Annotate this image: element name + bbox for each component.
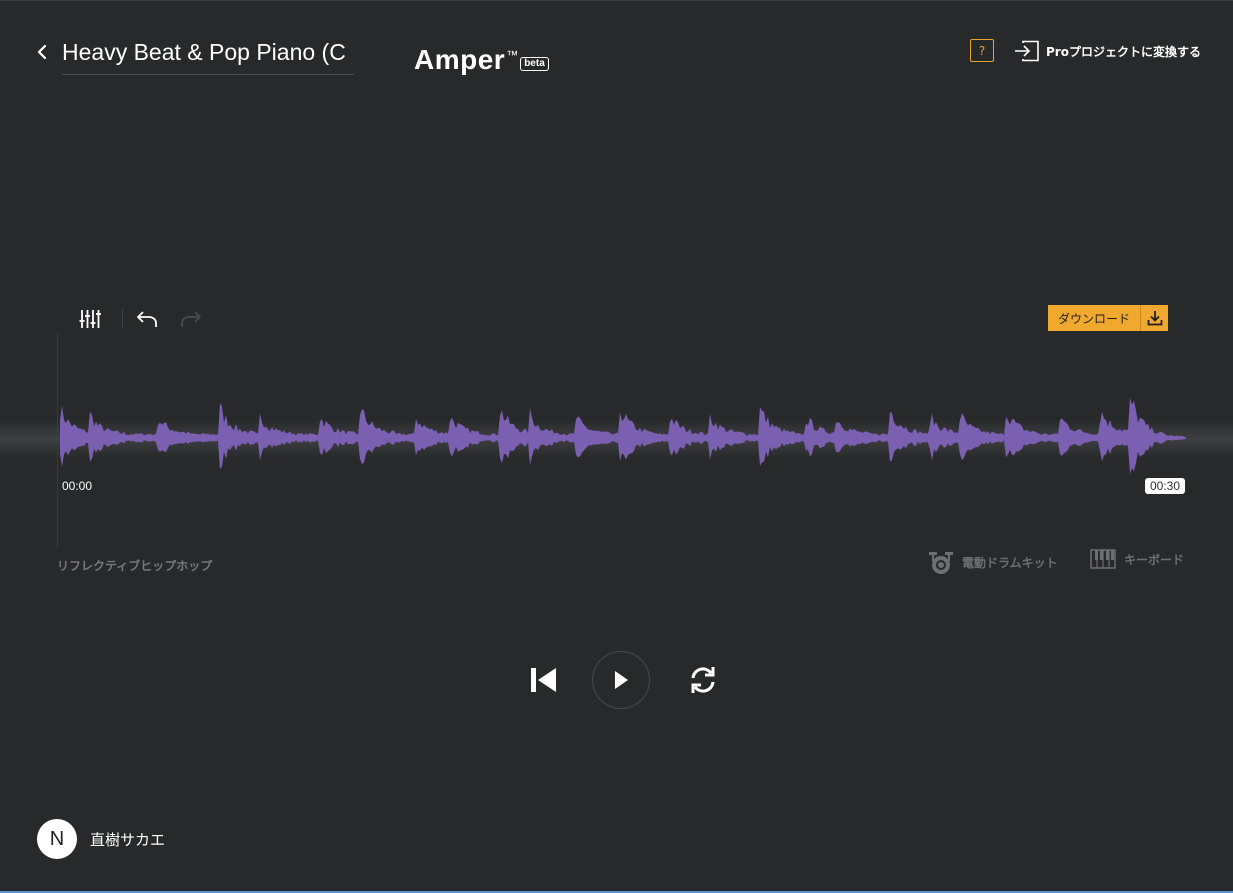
instrument-keyboard[interactable]: キーボード bbox=[1090, 549, 1184, 569]
help-button[interactable]: ? bbox=[970, 39, 994, 62]
redo-button[interactable] bbox=[179, 307, 203, 331]
brand-name: Amper bbox=[414, 44, 506, 75]
skip-back-icon bbox=[531, 668, 556, 692]
drum-icon bbox=[929, 552, 953, 574]
start-time: 00:00 bbox=[62, 479, 93, 493]
brand-trademark: ™ bbox=[506, 48, 519, 62]
undo-icon bbox=[137, 311, 157, 327]
transport-controls bbox=[526, 651, 726, 709]
project-title-input[interactable]: Heavy Beat & Pop Piano (C bbox=[62, 36, 354, 75]
loop-icon bbox=[691, 667, 715, 693]
instrument-label: キーボード bbox=[1124, 552, 1185, 567]
mixer-button[interactable] bbox=[78, 307, 102, 331]
skip-to-start-button[interactable] bbox=[526, 661, 560, 699]
instrument-drums[interactable]: 電動ドラムキット bbox=[928, 549, 1058, 575]
genre-label: リフレクティブヒップホップ bbox=[57, 559, 213, 573]
undo-button[interactable] bbox=[135, 307, 159, 331]
waveform-shape bbox=[60, 398, 1186, 474]
convert-to-pro-button[interactable]: Proプロジェクトに変換する bbox=[1014, 40, 1201, 62]
loop-button[interactable] bbox=[686, 663, 720, 697]
user-name: 直樹サカエ bbox=[90, 830, 166, 849]
sliders-icon bbox=[79, 310, 101, 328]
toolbar-divider bbox=[122, 309, 123, 329]
download-button[interactable]: ダウンロード bbox=[1048, 305, 1169, 331]
audio-waveform[interactable] bbox=[60, 395, 1186, 481]
keyboard-icon bbox=[1090, 549, 1116, 569]
redo-icon bbox=[181, 311, 201, 327]
download-label: ダウンロード bbox=[1048, 305, 1141, 331]
play-button[interactable] bbox=[592, 651, 650, 709]
download-icon bbox=[1140, 305, 1169, 331]
brand-logo: Amper ™ beta bbox=[414, 44, 549, 76]
play-icon bbox=[615, 671, 628, 689]
back-button[interactable] bbox=[34, 40, 50, 64]
avatar: N bbox=[37, 819, 77, 859]
chevron-left-icon bbox=[37, 44, 47, 60]
end-time: 00:30 bbox=[1145, 478, 1186, 494]
beta-badge: beta bbox=[520, 57, 549, 71]
instrument-label: 電動ドラムキット bbox=[962, 555, 1058, 570]
convert-label: Proプロジェクトに変換する bbox=[1046, 44, 1201, 59]
editor-toolbar bbox=[78, 306, 203, 332]
user-profile[interactable]: N 直樹サカエ bbox=[37, 819, 165, 859]
enter-project-icon bbox=[1015, 40, 1039, 62]
